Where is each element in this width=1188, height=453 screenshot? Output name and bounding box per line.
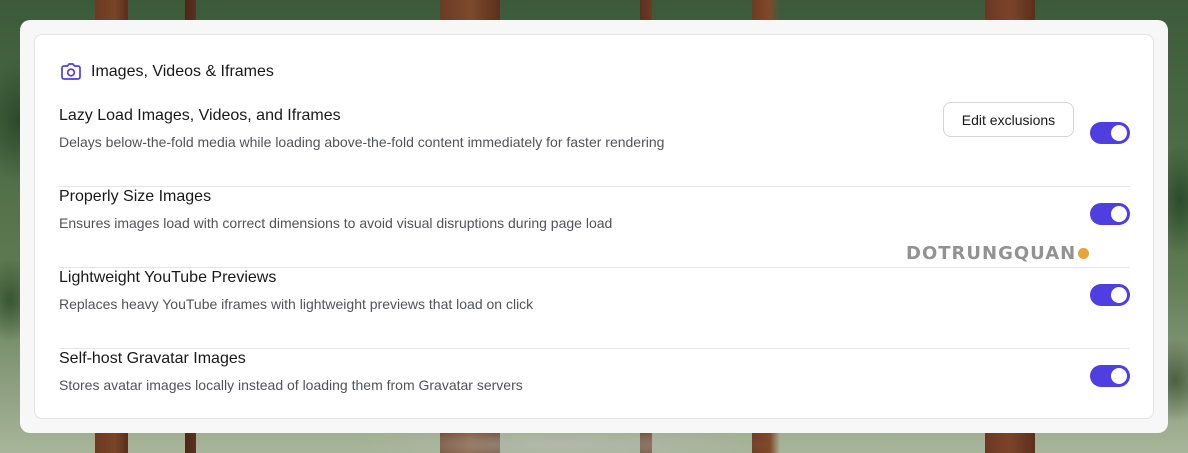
watermark-text: DOTRUNGQUAN xyxy=(906,243,1077,264)
watermark: DOTRUNGQUAN xyxy=(906,243,1090,264)
setting-title: Properly Size Images xyxy=(59,188,212,205)
toggle-knob xyxy=(1111,206,1127,222)
setting-description: Delays below-the-fold media while loadin… xyxy=(59,134,665,150)
setting-title: Lightweight YouTube Previews xyxy=(59,269,277,286)
toggle-knob xyxy=(1111,125,1127,141)
youtube-previews-toggle[interactable] xyxy=(1090,284,1130,306)
setting-description: Replaces heavy YouTube iframes with ligh… xyxy=(59,296,534,312)
settings-panel: Images, Videos & Iframes Lazy Load Image… xyxy=(20,20,1168,433)
setting-title: Lazy Load Images, Videos, and Iframes xyxy=(59,107,341,124)
gravatar-toggle[interactable] xyxy=(1090,365,1130,387)
section-header: Images, Videos & Iframes xyxy=(60,62,274,82)
setting-row-youtube-previews: Lightweight YouTube Previews Replaces he… xyxy=(59,269,1130,349)
watermark-logo-icon xyxy=(1078,248,1090,259)
toggle-knob xyxy=(1111,287,1127,303)
toggle-knob xyxy=(1111,368,1127,384)
section-title: Images, Videos & Iframes xyxy=(91,63,274,80)
setting-row-gravatar: Self-host Gravatar Images Stores avatar … xyxy=(59,350,1130,410)
setting-description: Stores avatar images locally instead of … xyxy=(59,377,523,393)
images-section-card: Images, Videos & Iframes Lazy Load Image… xyxy=(34,34,1154,419)
size-images-toggle[interactable] xyxy=(1090,203,1130,225)
lazy-load-toggle[interactable] xyxy=(1090,122,1130,144)
camera-icon xyxy=(60,62,82,82)
setting-description: Ensures images load with correct dimensi… xyxy=(59,215,613,231)
edit-exclusions-button[interactable]: Edit exclusions xyxy=(943,102,1074,137)
setting-row-lazy-load: Lazy Load Images, Videos, and Iframes De… xyxy=(59,102,1130,187)
setting-title: Self-host Gravatar Images xyxy=(59,350,246,367)
